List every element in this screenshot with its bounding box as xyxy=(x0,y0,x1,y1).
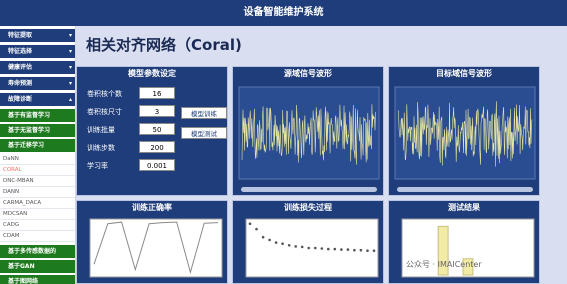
loss-point xyxy=(261,235,265,239)
sidebar-item-life[interactable]: 寿命预测 ▾ xyxy=(0,77,75,90)
chevron-up-icon: ▴ xyxy=(68,96,72,103)
target-waveform xyxy=(394,86,536,180)
param-steps: 训练步数 200 xyxy=(77,141,227,154)
loss-point xyxy=(346,248,350,251)
loss-point xyxy=(327,247,330,251)
subnav-gan[interactable]: 基于GAN xyxy=(0,260,75,273)
loss-point xyxy=(255,227,258,231)
subnav-multisensor[interactable]: 基于多传感数据的 xyxy=(0,245,75,258)
chevron-down-icon: ▾ xyxy=(68,80,72,87)
result-panel: 测试结果 xyxy=(388,200,540,284)
loss-point xyxy=(320,247,324,250)
sidebar-item-fault[interactable]: 故障诊断 ▴ xyxy=(0,93,75,106)
chevron-down-icon: ▾ xyxy=(68,32,72,39)
subnav-transfer[interactable]: 基于迁移学习 xyxy=(0,139,75,152)
loss-point xyxy=(300,245,304,249)
loss-point xyxy=(314,246,317,250)
loss-point xyxy=(274,241,278,244)
sidebar-item-health[interactable]: 健康评估 ▾ xyxy=(0,61,75,74)
acc-panel: 训练正确率 xyxy=(76,200,228,284)
method-item[interactable]: CADG xyxy=(0,220,75,231)
loss-point xyxy=(366,249,369,252)
method-item[interactable]: DaNN xyxy=(0,154,75,165)
method-item[interactable]: MDCSAN xyxy=(0,209,75,220)
app-title-bar: 设备智能维护系统 xyxy=(0,0,567,26)
result-chart xyxy=(401,218,535,278)
plot-area xyxy=(89,218,223,278)
batch-input[interactable]: 50 xyxy=(139,123,175,135)
result-title: 测试结果 xyxy=(448,203,480,212)
loss-point xyxy=(268,238,271,242)
main-area: 相关对齐网络（Coral) 模型参数设定 卷积核个数 16 卷积核尺寸 3 训练… xyxy=(76,26,567,284)
source-wave-panel: 源域信号波形 xyxy=(232,66,384,196)
loss-point xyxy=(248,222,252,225)
chevron-down-icon: ▾ xyxy=(68,64,72,71)
loss-title: 训练损失过程 xyxy=(284,203,332,212)
method-item[interactable]: CORAL xyxy=(0,165,75,176)
method-item[interactable]: DNC-MBAN xyxy=(0,176,75,187)
method-item[interactable]: CARMA_DACA xyxy=(0,198,75,209)
target-scrollbar[interactable] xyxy=(397,187,533,192)
sidebar: 特征提取 ▾ 特征选择 ▾ 健康评估 ▾ 寿命预测 ▾ 故障诊断 ▴ 基于有监督学习 基于… xyxy=(0,26,76,284)
sidebar-item-feature-extract[interactable]: 特征提取 ▾ xyxy=(0,29,75,42)
kernel-size-input[interactable]: 3 xyxy=(139,105,175,117)
chevron-down-icon: ▾ xyxy=(68,48,72,55)
watermark: 公众号 · IMAICenter xyxy=(406,260,482,269)
target-wave-panel: 目标域信号波形 xyxy=(388,66,540,196)
loss-point xyxy=(340,248,343,251)
loss-point xyxy=(353,248,356,252)
loss-panel: 训练损失过程 xyxy=(232,200,384,284)
acc-title: 训练正确率 xyxy=(132,203,172,212)
source-scrollbar[interactable] xyxy=(241,187,377,192)
method-item[interactable]: DANN xyxy=(0,187,75,198)
loss-point xyxy=(333,247,337,251)
kernel-count-input[interactable]: 16 xyxy=(139,87,175,99)
source-waveform xyxy=(238,86,380,180)
subnav-unsupervised[interactable]: 基于无监督学习 xyxy=(0,124,75,137)
loss-point xyxy=(287,244,291,247)
sidebar-item-feature-select[interactable]: 特征选择 ▾ xyxy=(0,45,75,58)
loss-point xyxy=(307,246,310,250)
loss-chart xyxy=(245,218,379,278)
loss-point xyxy=(359,248,363,252)
subnav-supervised[interactable]: 基于有监督学习 xyxy=(0,109,75,122)
target-wave-title: 目标域信号波形 xyxy=(436,69,492,78)
params-panel: 模型参数设定 卷积核个数 16 卷积核尺寸 3 训练批量 50 训练步数 200… xyxy=(76,66,228,196)
loss-point xyxy=(281,242,284,245)
param-lr: 学习率 0.001 xyxy=(77,159,227,172)
test-button[interactable]: 模型测试 xyxy=(181,127,227,139)
method-list: DaNN CORAL DNC-MBAN DANN CARMA_DACA MDCSAN CAD… xyxy=(0,154,75,242)
params-title: 模型参数设定 xyxy=(128,69,176,78)
app-title: 设备智能维护系统 xyxy=(243,7,324,18)
loss-point xyxy=(294,245,297,248)
subnav-graph[interactable]: 基于图网络 xyxy=(0,275,75,284)
param-kernel-count: 卷积核个数 16 xyxy=(77,87,227,100)
source-wave-title: 源域信号波形 xyxy=(284,69,332,78)
page-title: 相关对齐网络（Coral) xyxy=(86,36,242,54)
method-item[interactable]: CDAM xyxy=(0,231,75,242)
train-button[interactable]: 模型训练 xyxy=(181,107,227,119)
acc-chart xyxy=(89,218,223,278)
plot-area xyxy=(245,218,379,278)
lr-input[interactable]: 0.001 xyxy=(139,159,175,171)
loss-point xyxy=(372,249,376,252)
steps-input[interactable]: 200 xyxy=(139,141,175,153)
